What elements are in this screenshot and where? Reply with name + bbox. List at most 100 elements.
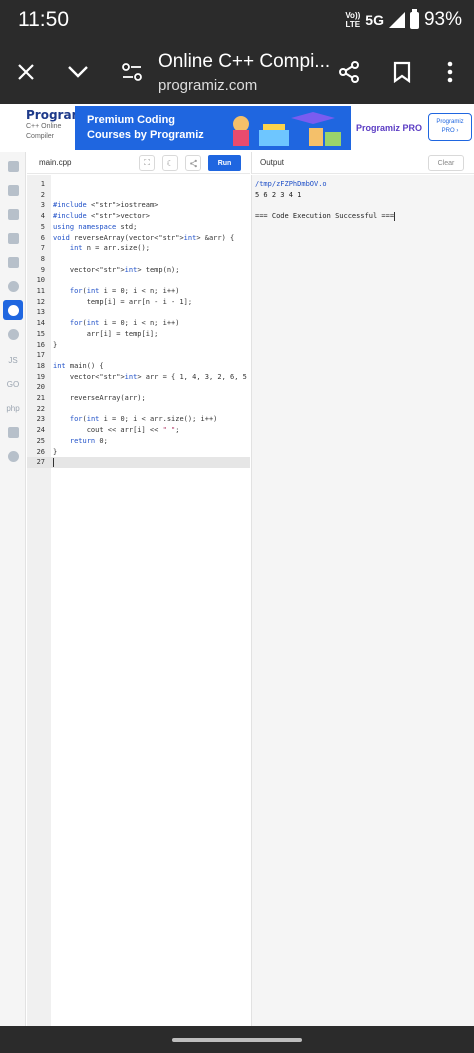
code-line[interactable]: 16} <box>27 340 250 351</box>
code-text: } <box>53 340 58 349</box>
code-line[interactable]: 13 <box>27 307 250 318</box>
webpage: Programiz C++ Online Compiler Premium Co… <box>0 104 474 1026</box>
output-header: Output Clear <box>251 152 474 174</box>
ad-illustration <box>233 112 341 146</box>
system-nav-bar <box>0 1026 474 1053</box>
chevron-down-icon[interactable] <box>64 58 92 86</box>
code-line[interactable]: 2 <box>27 190 250 201</box>
line-number: 11 <box>36 287 45 295</box>
code-line[interactable]: 23 for(int i = 0; i < arr.size(); i++) <box>27 414 250 425</box>
code-text: for(int i = 0; i < arr.size(); i++) <box>69 415 218 424</box>
code-line[interactable]: 19 vector<"str">int> arr = { 1, 4, 3, 2,… <box>27 372 260 383</box>
line-number: 21 <box>36 394 45 402</box>
rust-lang-icon[interactable] <box>3 446 23 466</box>
programiz-pro-button[interactable]: Programiz PRO › <box>428 113 472 141</box>
code-line[interactable]: 5 using namespace std; <box>27 222 250 233</box>
code-editor[interactable]: 1 2 3 #include <"str">iostream> 4 #include <"… <box>27 175 260 1026</box>
sql-lang-icon[interactable] <box>3 204 23 224</box>
line-number: 9 <box>40 265 45 274</box>
code-line[interactable]: 24 cout << arr[i] << " "; <box>27 425 250 436</box>
code-line[interactable]: 11 for(int i = 0; i < n; i++) <box>27 286 250 297</box>
site-settings-icon[interactable] <box>118 58 146 86</box>
line-number: 12 <box>36 297 45 306</box>
code-line[interactable]: 17 <box>27 350 250 361</box>
browser-toolbar: Online C++ Compi... programiz.com <box>0 42 474 104</box>
code-line[interactable]: 20 <box>27 382 250 393</box>
line-number: 20 <box>36 383 45 392</box>
line-number: 1 <box>40 180 45 188</box>
clear-button[interactable]: Clear <box>428 155 464 171</box>
java-lang-icon[interactable] <box>3 252 23 272</box>
volte-top: Vo)) <box>345 11 361 20</box>
code-line[interactable]: 8 <box>27 254 250 265</box>
code-line[interactable]: 25 return 0; <box>27 436 250 447</box>
line-number: 2 <box>40 190 45 199</box>
ad-text: Premium Coding Courses by Programiz <box>87 113 204 143</box>
code-line[interactable]: 21 reverseArray(arr); <box>27 393 250 404</box>
code-line[interactable]: 15 arr[i] = temp[i]; <box>27 329 250 340</box>
battery-percent: 93% <box>423 9 462 30</box>
run-button[interactable]: Run <box>208 155 241 171</box>
code-text: cout << arr[i] << " "; <box>53 426 180 435</box>
code-text: int main() { <box>53 361 104 370</box>
status-time: 11:50 <box>18 8 69 31</box>
r-lang-icon[interactable] <box>3 180 23 200</box>
line-number: 4 <box>40 212 45 221</box>
code-line[interactable]: 14 for(int i = 0; i < n; i++) <box>27 318 250 329</box>
c-lang-icon[interactable] <box>3 276 23 296</box>
fullscreen-icon[interactable]: ⛶ <box>139 155 155 171</box>
code-line[interactable]: 1 <box>27 179 250 190</box>
code-line[interactable]: 27 <box>27 457 250 469</box>
code-line[interactable]: 12 temp[i] = arr[n - i - 1]; <box>27 297 250 308</box>
ad-banner[interactable]: Premium Coding Courses by Programiz <box>75 106 351 150</box>
line-number: 16 <box>36 340 45 349</box>
line-number: 17 <box>36 351 45 360</box>
bookmark-icon[interactable] <box>388 58 416 86</box>
line-number: 8 <box>40 254 45 263</box>
dark-mode-icon[interactable]: ☾ <box>162 155 178 171</box>
code-line[interactable]: 9 vector<"str">int> temp(n); <box>27 265 250 276</box>
python-lang-icon[interactable] <box>3 156 23 176</box>
code-text: vector<"str">int> arr = { 1, 4, 3, 2, 6,… <box>53 372 260 381</box>
csharp-lang-icon[interactable] <box>3 324 23 344</box>
programiz-pro-banner[interactable]: Programiz PRO <box>351 106 427 150</box>
code-text: #include <"str">vector> <box>53 212 150 221</box>
top-banner: Programiz C++ Online Compiler Premium Co… <box>0 104 474 150</box>
share-code-icon[interactable] <box>185 155 201 171</box>
code-text: int n = arr.size(); <box>69 244 150 253</box>
code-line[interactable]: 4 #include <"str">vector> <box>27 211 250 222</box>
code-line[interactable]: 26} <box>27 447 250 458</box>
home-gesture-bar[interactable] <box>172 1038 302 1042</box>
go-lang-icon[interactable]: GO <box>3 374 23 394</box>
signal-icon <box>388 12 405 28</box>
file-tab[interactable]: main.cpp <box>39 158 71 167</box>
code-text: } <box>53 447 58 456</box>
more-options-icon[interactable] <box>436 58 464 86</box>
line-number: 27 <box>36 458 45 467</box>
php-lang-icon[interactable]: php <box>3 398 23 418</box>
javascript-lang-icon[interactable]: JS <box>3 350 23 370</box>
code-line[interactable]: 6 void reverseArray(vector<"str">int> &ar… <box>27 233 250 244</box>
output-panel: /tmp/zFZPhDmbOV.o 5 6 2 3 4 1 === Code Exe… <box>251 175 474 1026</box>
code-text: using namespace std; <box>53 222 138 231</box>
ad-line1: Premium Coding <box>87 114 176 126</box>
code-line[interactable]: 22 <box>27 404 250 415</box>
line-number: 22 <box>36 404 45 413</box>
cpp-lang-icon[interactable] <box>3 300 23 320</box>
code-line[interactable]: 10 <box>27 275 250 286</box>
close-icon[interactable] <box>12 58 40 86</box>
code-line[interactable]: 3 #include <"str">iostream> <box>27 200 250 211</box>
output-line: 5 6 2 3 4 1 <box>255 190 302 199</box>
status-icons: Vo)) LTE 5G 93% <box>345 8 462 31</box>
swift-lang-icon[interactable] <box>3 422 23 442</box>
line-number: 24 <box>36 426 45 435</box>
code-text: return 0; <box>69 436 108 445</box>
code-line[interactable]: 7 int n = arr.size(); <box>27 243 250 254</box>
output-line: === Code Execution Successful === <box>255 211 396 221</box>
code-line[interactable]: 18 int main() { <box>27 361 250 372</box>
page-url[interactable]: programiz.com <box>158 77 257 94</box>
volte-icon: Vo)) LTE <box>345 11 360 29</box>
html-lang-icon[interactable] <box>3 228 23 248</box>
code-text: for(int i = 0; i < n; i++) <box>69 319 180 328</box>
share-icon[interactable] <box>335 58 363 86</box>
